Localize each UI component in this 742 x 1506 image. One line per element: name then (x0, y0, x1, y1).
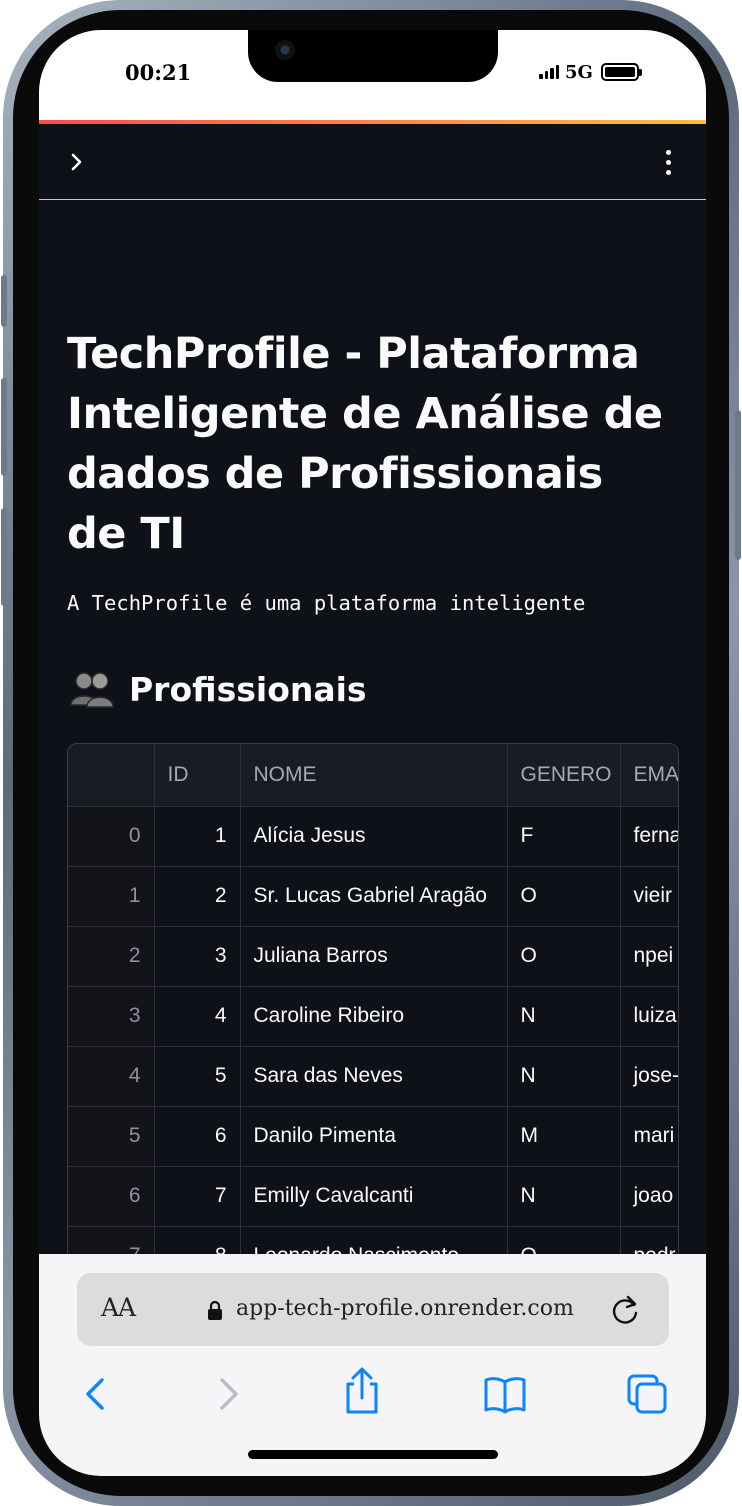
screen: 00:21 5G TechProfile - Plataforma Inteli… (39, 30, 706, 1476)
home-indicator[interactable] (248, 1450, 498, 1459)
email-cell[interactable]: pedr (620, 1226, 678, 1254)
nome-cell[interactable]: Emilly Cavalcanti (240, 1166, 508, 1227)
nome-cell[interactable]: Alícia Jesus (240, 806, 508, 867)
column-header-index[interactable] (68, 744, 155, 807)
volume-down-button (1, 508, 7, 606)
column-header-id[interactable]: ID (154, 744, 241, 807)
table-row[interactable]: 5 6 Danilo Pimenta M mari (68, 1106, 678, 1167)
intro-text: A TechProfile é uma plataforma inteligen… (67, 591, 586, 615)
bookmarks-icon[interactable] (483, 1372, 527, 1416)
id-cell[interactable]: 1 (154, 806, 241, 867)
email-cell[interactable]: joao (620, 1166, 678, 1227)
nome-cell[interactable]: Sara das Neves (240, 1046, 508, 1107)
row-index-cell: 5 (68, 1106, 155, 1167)
id-cell[interactable]: 5 (154, 1046, 241, 1107)
genero-cell[interactable]: N (507, 1166, 621, 1227)
status-bar: 00:21 5G (39, 30, 706, 120)
id-cell[interactable]: 8 (154, 1226, 241, 1254)
genero-cell[interactable]: O (507, 1226, 621, 1254)
network-label: 5G (565, 61, 593, 83)
cellular-signal-icon (539, 65, 559, 79)
reload-icon[interactable] (610, 1293, 642, 1327)
table-header-row: ID NOME GENERO EMA (68, 744, 678, 807)
email-cell[interactable]: vieir (620, 866, 678, 927)
column-header-genero[interactable]: GENERO (507, 744, 621, 807)
chevron-right-icon (71, 153, 82, 171)
row-index-cell: 2 (68, 926, 155, 987)
table-row[interactable]: 2 3 Juliana Barros O npei (68, 926, 678, 987)
id-cell[interactable]: 4 (154, 986, 241, 1047)
row-index-cell: 6 (68, 1166, 155, 1227)
professionals-table[interactable]: ID NOME GENERO EMA 0 1 Alícia Jesus F fe… (67, 743, 679, 1254)
row-index-cell: 4 (68, 1046, 155, 1107)
nome-cell[interactable]: Danilo Pimenta (240, 1106, 508, 1167)
forward-icon[interactable] (205, 1372, 249, 1416)
lock-icon (208, 1300, 222, 1320)
row-index-cell: 7 (68, 1226, 155, 1254)
back-icon[interactable] (75, 1372, 119, 1416)
email-cell[interactable]: luiza (620, 986, 678, 1047)
section-heading-text: Profissionais (129, 669, 367, 709)
battery-icon (600, 63, 642, 81)
table-row[interactable]: 1 2 Sr. Lucas Gabriel Aragão O vieir (68, 866, 678, 927)
row-index-cell: 1 (68, 866, 155, 927)
browser-toolbar: AA app-tech-profile.onrender.com (39, 1254, 706, 1476)
front-camera-icon (275, 40, 295, 60)
tabs-icon[interactable] (625, 1372, 669, 1416)
address-bar[interactable]: AA app-tech-profile.onrender.com (77, 1273, 669, 1346)
table-row[interactable]: 7 8 Leonardo Nascimento O pedr (68, 1226, 678, 1254)
email-cell[interactable]: mari (620, 1106, 678, 1167)
silent-switch (1, 275, 7, 327)
main-content[interactable]: TechProfile - Plataforma Inteligente de … (39, 201, 706, 1254)
nome-cell[interactable]: Leonardo Nascimento (240, 1226, 508, 1254)
table-row[interactable]: 0 1 Alícia Jesus F ferna (68, 806, 678, 867)
row-index-cell: 0 (68, 806, 155, 867)
sidebar-toggle-button[interactable] (63, 148, 91, 176)
genero-cell[interactable]: N (507, 986, 621, 1047)
email-cell[interactable]: jose- (620, 1046, 678, 1107)
column-header-email[interactable]: EMA (620, 744, 678, 807)
table-row[interactable]: 6 7 Emilly Cavalcanti N joao (68, 1166, 678, 1227)
table-row[interactable]: 4 5 Sara das Neves N jose- (68, 1046, 678, 1107)
page-title: TechProfile - Plataforma Inteligente de … (67, 329, 663, 559)
url-text[interactable]: app-tech-profile.onrender.com (236, 1296, 574, 1321)
volume-up-button (1, 378, 7, 476)
genero-cell[interactable]: O (507, 866, 621, 927)
id-cell[interactable]: 2 (154, 866, 241, 927)
people-icon (70, 672, 114, 708)
text-size-button[interactable]: AA (101, 1293, 136, 1322)
id-cell[interactable]: 7 (154, 1166, 241, 1227)
more-vertical-icon (665, 149, 671, 155)
genero-cell[interactable]: F (507, 806, 621, 867)
id-cell[interactable]: 3 (154, 926, 241, 987)
genero-cell[interactable]: M (507, 1106, 621, 1167)
column-header-nome[interactable]: NOME (240, 744, 508, 807)
status-time: 00:21 (125, 60, 192, 85)
id-cell[interactable]: 6 (154, 1106, 241, 1167)
app-header (39, 124, 706, 200)
genero-cell[interactable]: O (507, 926, 621, 987)
status-indicators: 5G (539, 61, 642, 83)
main-menu-button[interactable] (654, 144, 682, 180)
genero-cell[interactable]: N (507, 1046, 621, 1107)
section-heading: Profissionais (69, 669, 367, 709)
email-cell[interactable]: ferna (620, 806, 678, 867)
email-cell[interactable]: npei (620, 926, 678, 987)
nome-cell[interactable]: Caroline Ribeiro (240, 986, 508, 1047)
nome-cell[interactable]: Juliana Barros (240, 926, 508, 987)
browser-nav-row (39, 1367, 706, 1432)
row-index-cell: 3 (68, 986, 155, 1047)
nome-cell[interactable]: Sr. Lucas Gabriel Aragão (240, 866, 508, 927)
power-button (735, 410, 741, 560)
share-icon[interactable] (340, 1366, 384, 1416)
table-row[interactable]: 3 4 Caroline Ribeiro N luiza (68, 986, 678, 1047)
notch (248, 30, 498, 82)
